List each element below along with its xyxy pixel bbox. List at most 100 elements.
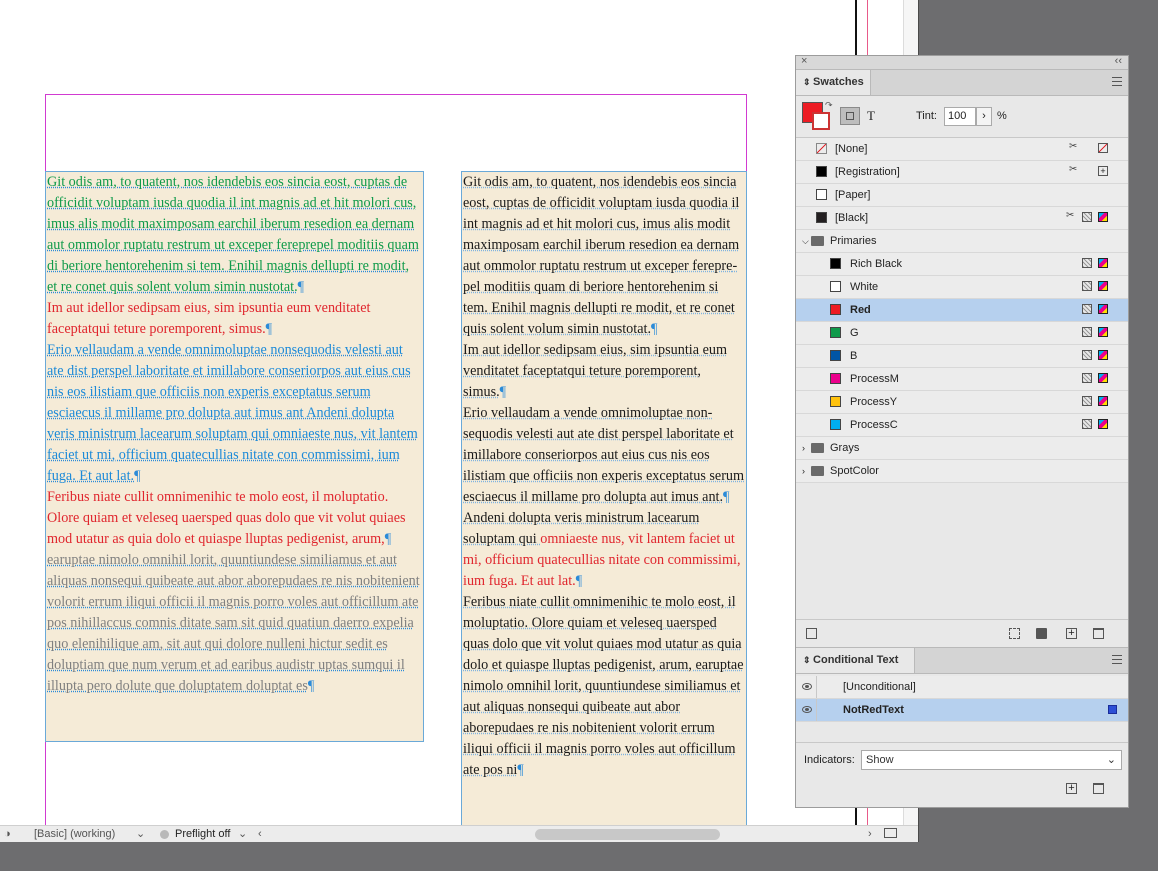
swatch-row[interactable]: White [796, 276, 1128, 299]
none-icon [1098, 143, 1108, 153]
chevron-down-icon[interactable]: ⌄ [136, 827, 145, 842]
horizontal-scroll-thumb[interactable] [535, 829, 720, 840]
condition-row[interactable]: [Unconditional] [796, 676, 1128, 699]
process-color-icon [1082, 304, 1092, 314]
paragraph[interactable]: Feribus niate cullit omnimenihic te molo… [47, 487, 422, 550]
swatch-row[interactable]: [Registration] ✂ + [796, 161, 1128, 184]
swatch-color-chip [830, 258, 841, 269]
registration-icon: + [1098, 166, 1108, 176]
scissors-icon: ✂ [1066, 210, 1075, 221]
paragraph-text: Im aut idellor sedipsam eius, sim ipsunt… [47, 300, 371, 337]
view-mode-icon[interactable]: ◑ [4, 827, 11, 842]
close-icon[interactable]: × [801, 55, 807, 67]
paragraph[interactable]: Im aut idellor sedipsam eius, sim ipsunt… [463, 340, 745, 403]
cmyk-icon [1098, 327, 1108, 337]
swatch-group-row[interactable]: › SpotColor [796, 460, 1128, 483]
swatch-name: [Black] [835, 212, 869, 224]
swatch-color-chip [830, 419, 841, 430]
paragraph[interactable]: Git odis am, to quatent, nos idendebis e… [463, 172, 745, 340]
pasteboard[interactable]: Git odis am, to quatent, nos idendebis e… [0, 0, 903, 825]
eye-icon[interactable] [802, 683, 812, 690]
text-frame-left[interactable]: Git odis am, to quatent, nos idendebis e… [45, 171, 424, 742]
swatch-name: Primaries [830, 235, 877, 247]
swatch-color-chip [816, 143, 827, 154]
profile-dropdown[interactable]: [Basic] (working) [34, 827, 115, 842]
paragraph[interactable]: Erio vellaudam a vende omnimoluptae nons… [47, 340, 422, 487]
preflight-dropdown[interactable]: Preflight off [175, 827, 230, 842]
tab-swatches[interactable]: ⇕ Swatches [796, 70, 871, 95]
swatch-row[interactable]: ProcessM [796, 368, 1128, 391]
split-window-icon[interactable] [884, 828, 897, 838]
conditional-bottom-bar: + [796, 776, 1128, 801]
disclosure-closed-icon[interactable]: › [802, 460, 805, 482]
pilcrow-icon: ¶ [575, 573, 583, 589]
cmyk-icon [1098, 419, 1108, 429]
panel-menu-icon[interactable] [1112, 655, 1122, 664]
paragraph-text: Feribus niate cullit omnimenihic te molo… [47, 489, 406, 547]
paragraph-text: Git odis am, to quatent, nos idendebis e… [463, 174, 740, 337]
chevron-down-icon[interactable]: ⌄ [238, 827, 247, 842]
paragraph[interactable]: Im aut idellor sedipsam eius, sim ipsunt… [47, 298, 422, 340]
condition-name: NotRedText [843, 704, 904, 716]
paragraph[interactable]: Andeni dolupta veris ministrum lacearum … [463, 508, 745, 592]
swatch-row[interactable]: [Black] ✂ [796, 207, 1128, 230]
paragraph[interactable]: earuptae nimolo omnihil lorit, quunti­un… [47, 550, 422, 697]
formatting-container-button[interactable] [840, 107, 860, 125]
eye-icon[interactable] [802, 706, 812, 713]
pilcrow-icon: ¶ [265, 321, 273, 337]
paragraph-text: Erio vellaudam a vende omnimoluptae nons… [47, 342, 418, 484]
scissors-icon: ✂ [1069, 141, 1078, 152]
scroll-left-arrow[interactable]: ‹ [258, 827, 262, 842]
swatch-row[interactable]: ProcessY [796, 391, 1128, 414]
panel-menu-icon[interactable] [1112, 77, 1122, 86]
tint-input[interactable]: 100 [944, 107, 976, 126]
disclosure-open-icon[interactable]: ⌵ [802, 230, 809, 252]
stroke-swatch[interactable] [812, 112, 830, 130]
updown-icon: ⇕ [803, 77, 814, 87]
swatch-name: Grays [830, 442, 860, 454]
swatch-controls: ↷ T Tint: 100 › % [796, 96, 1128, 138]
swatch-row[interactable]: B [796, 345, 1128, 368]
color-group-icon[interactable] [1009, 628, 1020, 639]
cmyk-icon [1098, 396, 1108, 406]
formatting-text-button[interactable]: T [867, 108, 875, 124]
swatch-name: B [850, 350, 858, 362]
trash-icon[interactable] [1093, 628, 1104, 639]
cmyk-icon [1098, 212, 1108, 222]
show-swatch-kinds-icon[interactable] [806, 628, 817, 639]
new-swatch-icon[interactable]: + [1066, 628, 1077, 639]
swatch-name: Rich Black [850, 258, 902, 270]
new-condition-icon[interactable]: + [1066, 783, 1077, 794]
swatch-name: White [850, 281, 879, 293]
condition-row[interactable]: NotRedText [796, 699, 1128, 722]
paragraph[interactable]: Erio vellaudam a vende omnimoluptae non­… [463, 403, 745, 508]
cmyk-icon [1098, 304, 1108, 314]
text-frame-right[interactable]: Git odis am, to quatent, nos idendebis e… [461, 171, 747, 825]
swatch-color-chip [830, 281, 841, 292]
swap-icon[interactable]: ↷ [825, 100, 833, 111]
tint-stepper[interactable]: › [976, 107, 992, 126]
swatch-row[interactable]: G [796, 322, 1128, 345]
tab-conditional-text[interactable]: ⇕ Conditional Text [796, 648, 915, 673]
swatch-row[interactable]: Red [796, 299, 1128, 322]
tint-percent: % [997, 110, 1007, 122]
scroll-right-arrow[interactable]: › [868, 827, 872, 842]
pilcrow-icon: ¶ [517, 762, 524, 778]
paragraph[interactable]: Feribus niate cullit omnimenihic te molo… [463, 592, 745, 781]
swatch-group-row[interactable]: ⌵ Primaries [796, 230, 1128, 253]
swatch-row[interactable]: ProcessC [796, 414, 1128, 437]
condition-list: [Unconditional] NotRedText [796, 676, 1128, 722]
paragraph-text: Git odis am, to quatent, nos idendebis e… [47, 174, 419, 295]
trash-icon[interactable] [1093, 783, 1104, 794]
swatch-row[interactable]: [None] ✂ [796, 138, 1128, 161]
swatch-row[interactable]: [Paper] [796, 184, 1128, 207]
indicators-select[interactable]: Show ⌄ [861, 750, 1122, 770]
swatch-group-row[interactable]: › Grays [796, 437, 1128, 460]
new-folder-icon[interactable] [1036, 628, 1047, 639]
swatch-row[interactable]: Rich Black [796, 253, 1128, 276]
swatch-color-chip [830, 304, 841, 315]
collapse-panel-icon[interactable]: ‹‹ [1115, 55, 1122, 67]
disclosure-closed-icon[interactable]: › [802, 437, 805, 459]
paragraph[interactable]: Git odis am, to quatent, nos idendebis e… [47, 172, 422, 298]
paragraph-text: earuptae nimolo omnihil lorit, quunti­un… [47, 552, 420, 694]
